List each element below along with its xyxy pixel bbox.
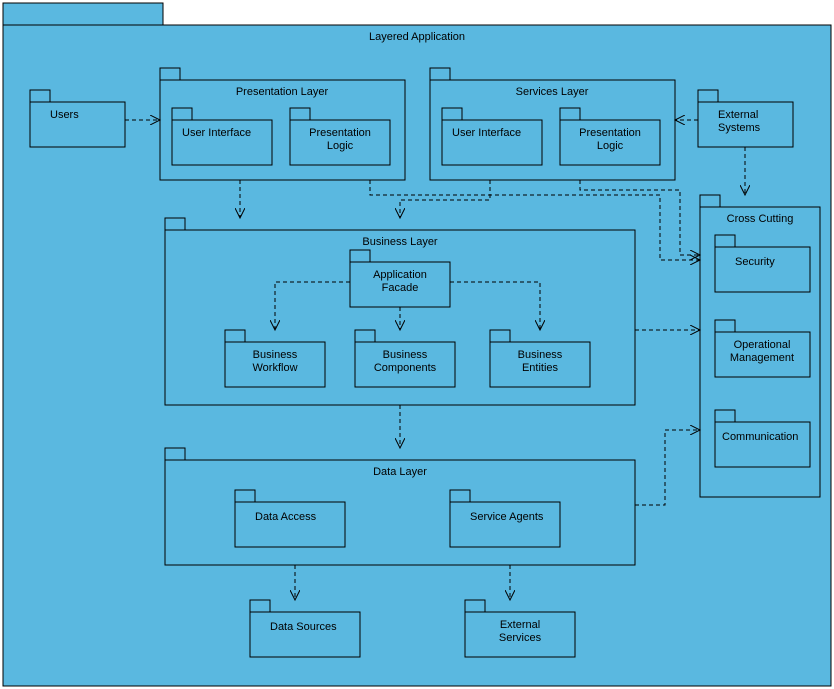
svg-text:Logic: Logic [327, 140, 354, 152]
svg-text:Business: Business [518, 349, 563, 361]
svg-text:Entities: Entities [522, 362, 559, 374]
svg-text:Service Agents: Service Agents [470, 511, 544, 523]
title-label: Layered Application [369, 31, 465, 43]
svg-text:Services Layer: Services Layer [516, 86, 589, 98]
svg-text:Security: Security [735, 256, 775, 268]
svg-text:Cross Cutting: Cross Cutting [727, 213, 794, 225]
svg-text:Business: Business [383, 349, 428, 361]
svg-text:Communication: Communication [722, 431, 798, 443]
svg-text:External: External [500, 619, 540, 631]
svg-text:Presentation: Presentation [309, 127, 371, 139]
svg-text:Operational: Operational [734, 339, 791, 351]
svg-text:Data Layer: Data Layer [373, 466, 427, 478]
svg-text:User Interface: User Interface [182, 127, 251, 139]
svg-text:Services: Services [499, 632, 542, 644]
svg-text:External: External [718, 109, 758, 121]
svg-text:User Interface: User Interface [452, 127, 521, 139]
svg-text:Data Access: Data Access [255, 511, 317, 523]
svg-text:Data Sources: Data Sources [270, 621, 337, 633]
svg-text:Business Layer: Business Layer [362, 236, 438, 248]
svg-text:Business: Business [253, 349, 298, 361]
svg-text:Logic: Logic [597, 140, 624, 152]
svg-text:Application: Application [373, 269, 427, 281]
svg-text:Presentation Layer: Presentation Layer [236, 86, 329, 98]
svg-text:Management: Management [730, 352, 794, 364]
svg-text:Systems: Systems [718, 122, 761, 134]
svg-text:Components: Components [374, 362, 437, 374]
svg-text:Workflow: Workflow [252, 362, 297, 374]
svg-text:Presentation: Presentation [579, 127, 641, 139]
svg-text:Users: Users [50, 109, 79, 121]
diagram-canvas: Layered Application Users External Syste… [0, 0, 834, 689]
svg-text:Facade: Facade [382, 282, 419, 294]
